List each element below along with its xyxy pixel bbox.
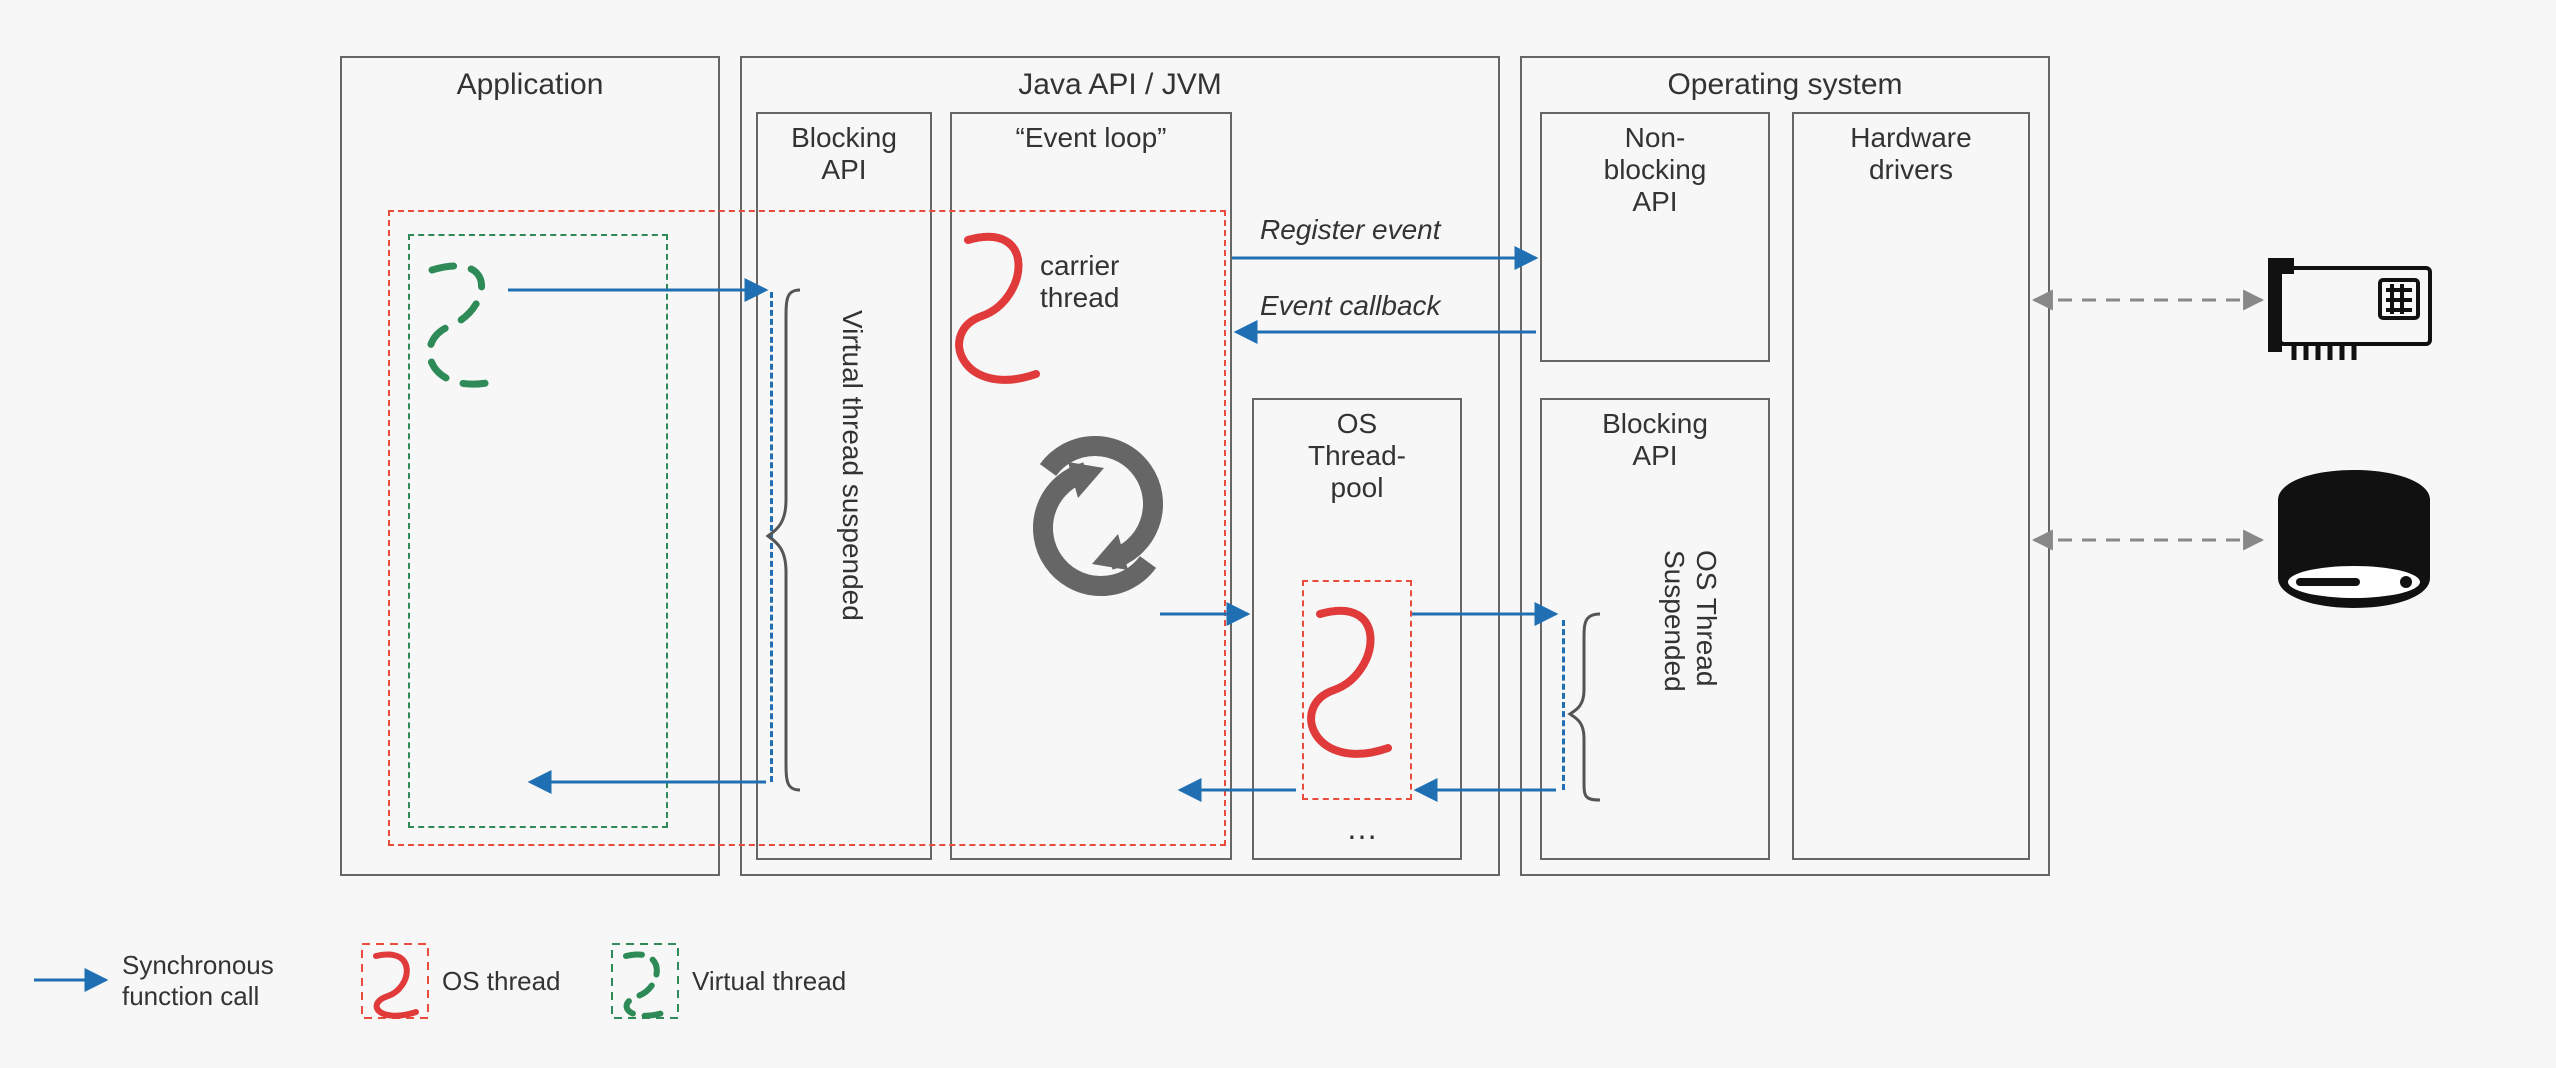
- os-title: Operating system: [1522, 68, 2048, 102]
- event-callback-label: Event callback: [1260, 290, 1441, 322]
- legend-osthread-box: [362, 944, 428, 1018]
- event-loop-title: “Event loop”: [952, 122, 1230, 154]
- disk-icon: [2278, 470, 2430, 608]
- jvm-title: Java API / JVM: [742, 68, 1498, 102]
- hardware-drivers-title: Hardware drivers: [1794, 122, 2028, 186]
- virtual-thread-suspended-label: Virtual thread suspended: [836, 310, 868, 621]
- threadpool-ellipsis: …: [1346, 810, 1378, 847]
- pool-os-thread: [1302, 580, 1412, 800]
- legend-osthread-squiggle: [376, 954, 416, 1015]
- os-threadpool-title: OS Thread- pool: [1254, 408, 1460, 504]
- application-title: Application: [342, 68, 718, 102]
- carrier-thread-label: carrier thread: [1040, 250, 1119, 314]
- legend-virtual-thread-label: Virtual thread: [692, 966, 846, 997]
- os-blocking-api-box: Blocking API: [1540, 398, 1770, 860]
- legend-vthread-squiggle: [626, 954, 666, 1015]
- legend-sync-label: Synchronous function call: [122, 950, 274, 1012]
- os-thread-suspended-line: [1562, 620, 1565, 790]
- hardware-card-icon: [2270, 260, 2430, 360]
- virtual-thread-suspended-line: [770, 292, 773, 782]
- blocking-api-title: Blocking API: [758, 122, 930, 186]
- os-thread-suspended-label: OS Thread Suspended: [1658, 550, 1722, 692]
- diagram-canvas: Application Java API / JVM Operating sys…: [0, 0, 2556, 1068]
- nonblocking-api-title: Non- blocking API: [1542, 122, 1768, 218]
- register-event-label: Register event: [1260, 214, 1441, 246]
- os-blocking-api-title: Blocking API: [1542, 408, 1768, 472]
- virtual-thread-span: [408, 234, 668, 828]
- legend-os-thread-label: OS thread: [442, 966, 561, 997]
- hardware-drivers-box: Hardware drivers: [1792, 112, 2030, 860]
- legend-vthread-box: [612, 944, 678, 1018]
- nonblocking-api-box: Non- blocking API: [1540, 112, 1770, 362]
